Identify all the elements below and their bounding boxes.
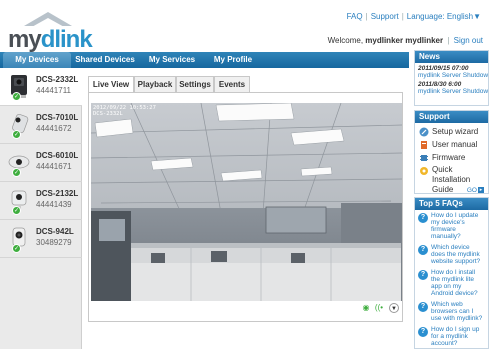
device-item-dcs-2332l[interactable]: ✓ DCS-2332L 44441711 [0, 68, 82, 106]
device-id: 44441672 [36, 124, 72, 133]
device-name: DCS-6010L [36, 151, 79, 160]
faq-text: How do I install the mydlink lite app on… [431, 269, 478, 297]
online-check-icon: ✓ [12, 244, 21, 253]
live-video[interactable]: 2012/09/22 10:53:27 DCS-2332L [91, 103, 402, 301]
logo-text: mydlink [8, 26, 93, 54]
question-icon: ? [418, 270, 428, 280]
question-icon: ? [418, 213, 428, 223]
firmware-link[interactable]: Firmware [415, 151, 488, 164]
welcome-label: Welcome, [327, 36, 364, 45]
question-icon: ? [418, 302, 428, 312]
username: mydlinker mydlinker [365, 36, 444, 45]
separator: | [401, 12, 404, 21]
device-item-dcs-942l[interactable]: ✓ DCS-942L 30489279 [0, 220, 82, 258]
device-name: DCS-942L [36, 227, 74, 236]
faq-text: Which web browsers can I use with mydlin… [431, 301, 483, 322]
tab-live-view[interactable]: Live View [88, 76, 134, 93]
tab-settings[interactable]: Settings [176, 76, 214, 92]
user-manual-link[interactable]: User manual [415, 138, 488, 151]
device-name: DCS-7010L [36, 113, 79, 122]
faq-text: How do I sign up for a mydlink account? [431, 326, 480, 347]
device-item-dcs-6010l[interactable]: ✓ DCS-6010L 44441671 [0, 144, 82, 182]
question-icon: ? [418, 327, 428, 337]
device-list: ✓ DCS-2332L 44441711 ✓ DCS-7010L 4444167… [0, 68, 82, 349]
wizard-icon [419, 127, 429, 137]
news-date: 2011/8/30 6:00 [418, 81, 462, 88]
news-panel: News 2011/09/15 07:00 mydlink Server Shu… [414, 50, 489, 106]
tab-playback[interactable]: Playback [134, 76, 176, 92]
signout-link[interactable]: Sign out [454, 36, 483, 45]
osd-camera: DCS-2332L [93, 111, 123, 117]
support-item-label: Setup wizard [432, 127, 479, 136]
manual-icon [421, 141, 427, 149]
device-id: 44441711 [36, 86, 71, 95]
faq-item[interactable]: ? How do I update my device's firmware ma… [415, 210, 488, 242]
office-scene [91, 103, 402, 301]
news-item[interactable]: 2011/8/30 6:00 mydlink Server Shutdown N… [415, 79, 488, 95]
online-check-icon: ✓ [12, 168, 21, 177]
news-text: mydlink Server Shutdown Notificati... [418, 72, 488, 79]
faq-panel: Top 5 FAQs ? How do I update my device's … [414, 197, 489, 349]
nav-tab-my-services[interactable]: My Services [142, 52, 202, 68]
faq-item[interactable]: ? How do I install the mydlink lite app o… [415, 267, 488, 299]
device-name: DCS-2132L [36, 189, 79, 198]
news-item[interactable]: 2011/09/15 07:00 mydlink Server Shutdown… [415, 63, 488, 79]
device-id: 44441439 [36, 200, 72, 209]
audio-icon[interactable]: ((• [374, 303, 384, 313]
faq-title: Top 5 FAQs [415, 198, 488, 210]
support-item-label: User manual [432, 140, 478, 149]
setup-wizard-link[interactable]: Setup wizard [415, 125, 488, 138]
news-date: 2011/09/15 07:00 [418, 65, 469, 72]
support-panel: Support Setup wizard User manual Firmwar… [414, 110, 489, 194]
question-icon: ? [418, 245, 428, 255]
faq-item[interactable]: ? How do I sign up for a mydlink account? [415, 324, 488, 349]
nav-tab-my-devices[interactable]: My Devices [3, 52, 71, 68]
video-osd: 2012/09/22 10:53:27 DCS-2332L [93, 105, 156, 117]
chevron-down-icon[interactable]: ▼ [389, 303, 399, 313]
device-item-dcs-7010l[interactable]: ✓ DCS-7010L 44441672 [0, 106, 82, 144]
nav-tab-my-profile[interactable]: My Profile [205, 52, 261, 68]
device-id: 30489279 [36, 238, 72, 247]
nav-tab-shared-devices[interactable]: Shared Devices [73, 52, 137, 68]
online-check-icon: ✓ [12, 206, 21, 215]
language-select[interactable]: Language: English▼ [407, 12, 481, 21]
quick-install-guide-link[interactable]: Quick Installation Guide [415, 164, 488, 194]
page: mydlink FAQ | Support | Language: English▼ W… [0, 0, 489, 349]
faq-link[interactable]: FAQ [347, 12, 363, 21]
logo-prefix: my [8, 26, 42, 53]
news-text: mydlink Server Shutdown Notificati... [418, 88, 488, 95]
logo-suffix: dlink [40, 26, 93, 53]
main-nav: My Devices Shared Devices My Services My… [0, 52, 409, 68]
arrow-right-icon: ▸ [478, 187, 484, 194]
chip-icon [420, 155, 428, 161]
support-link[interactable]: Support [371, 12, 399, 21]
record-icon[interactable]: ◉ [361, 303, 371, 313]
welcome-bar: Welcome, mydlinker mydlinker | Sign out [328, 36, 483, 45]
tab-events[interactable]: Events [214, 76, 250, 92]
guide-icon [420, 167, 428, 175]
device-name: DCS-2332L [36, 75, 79, 84]
online-check-icon: ✓ [12, 92, 21, 101]
device-item-dcs-2132l[interactable]: ✓ DCS-2132L 44441439 [0, 182, 82, 220]
video-controls: ◉ ((• ▼ [91, 301, 402, 315]
faq-text: Which device does the mydlink website su… [431, 244, 481, 265]
online-check-icon: ✓ [12, 130, 21, 139]
faq-text: How do I update my device's firmware man… [431, 212, 479, 240]
support-title: Support [415, 111, 488, 123]
news-title: News [415, 51, 488, 63]
device-id: 44441671 [36, 162, 72, 171]
top-links: FAQ | Support | Language: English▼ [347, 12, 481, 21]
mydlink-logo[interactable]: mydlink [8, 10, 118, 53]
separator: | [447, 36, 450, 45]
separator: | [365, 12, 368, 21]
faq-item[interactable]: ? Which device does the mydlink website s… [415, 242, 488, 267]
faq-item[interactable]: ? Which web browsers can I use with mydli… [415, 299, 488, 324]
support-item-label: Firmware [432, 153, 466, 162]
go-label: GO [466, 187, 477, 194]
